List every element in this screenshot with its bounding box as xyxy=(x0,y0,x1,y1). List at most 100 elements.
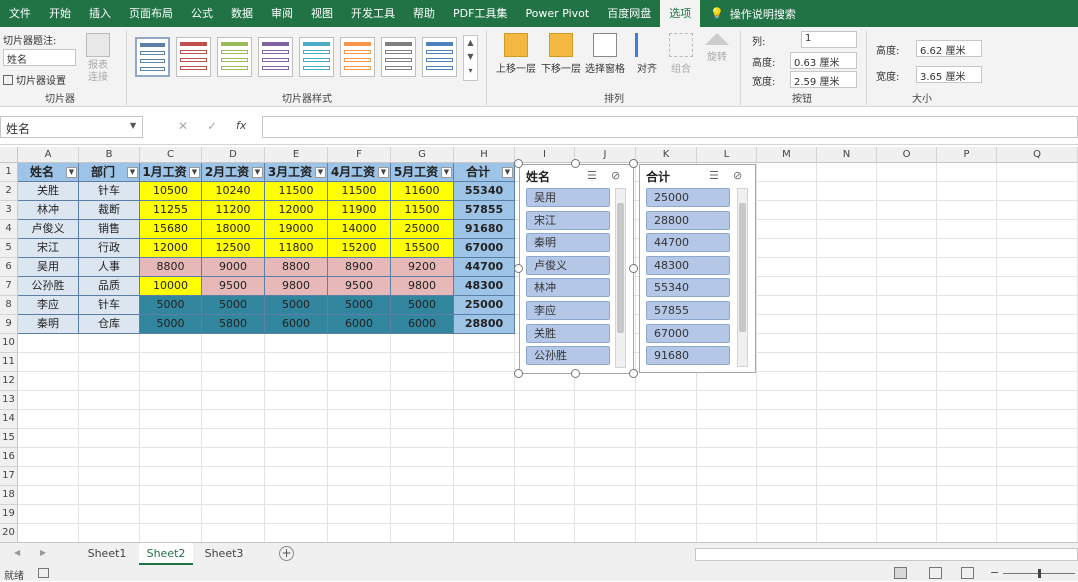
scroll-right-icon[interactable]: ▶ xyxy=(40,548,46,557)
table-cell[interactable]: 秦明 xyxy=(18,315,79,334)
row-header[interactable]: 5 xyxy=(0,239,18,258)
table-cell[interactable]: 15200 xyxy=(328,239,391,258)
page-layout-icon[interactable] xyxy=(929,567,942,579)
row-header[interactable]: 13 xyxy=(0,391,18,410)
ribbon-tab[interactable]: Power Pivot xyxy=(516,0,598,27)
filter-dropdown-icon[interactable]: ▼ xyxy=(66,167,77,178)
table-cell[interactable]: 行政 xyxy=(79,239,140,258)
ribbon-tab[interactable]: 公式 xyxy=(182,0,222,27)
table-cell[interactable]: 5800 xyxy=(202,315,265,334)
column-header[interactable]: G xyxy=(391,147,454,163)
slicer-item[interactable]: 55340 xyxy=(646,278,730,298)
column-header[interactable]: D xyxy=(202,147,265,163)
row-header[interactable]: 15 xyxy=(0,429,18,448)
row-header[interactable]: 9 xyxy=(0,315,18,334)
table-cell[interactable]: 林冲 xyxy=(18,201,79,220)
slicer-scrollbar[interactable] xyxy=(615,188,626,368)
table-cell[interactable]: 8900 xyxy=(328,258,391,277)
table-cell[interactable]: 仓库 xyxy=(79,315,140,334)
filter-dropdown-icon[interactable]: ▼ xyxy=(378,167,389,178)
table-cell[interactable]: 10240 xyxy=(202,182,265,201)
column-header[interactable]: O xyxy=(877,147,937,163)
table-cell[interactable]: 5000 xyxy=(328,296,391,315)
column-header[interactable]: J xyxy=(575,147,636,163)
resize-handle[interactable] xyxy=(629,264,638,273)
column-header[interactable]: I xyxy=(515,147,575,163)
row-header[interactable]: 6 xyxy=(0,258,18,277)
rotate-button[interactable]: 旋转 xyxy=(705,33,729,63)
send-backward-button[interactable]: 下移一层 xyxy=(541,33,581,75)
zoom-slider-thumb[interactable] xyxy=(1038,569,1041,578)
table-cell[interactable]: 55340 xyxy=(454,182,515,201)
ribbon-tab[interactable]: 文件 xyxy=(0,0,40,27)
table-cell[interactable]: 公孙胜 xyxy=(18,277,79,296)
filter-dropdown-icon[interactable]: ▼ xyxy=(441,167,452,178)
table-cell[interactable]: 12500 xyxy=(202,239,265,258)
sheet-tab[interactable]: Sheet3 xyxy=(197,543,251,565)
row-header[interactable]: 1 xyxy=(0,163,18,182)
filter-dropdown-icon[interactable]: ▼ xyxy=(127,167,138,178)
table-cell[interactable]: 6000 xyxy=(265,315,328,334)
function-icon[interactable]: fx xyxy=(236,119,246,132)
table-cell[interactable]: 5000 xyxy=(202,296,265,315)
slicer-scrollbar[interactable] xyxy=(737,188,748,367)
row-header[interactable]: 17 xyxy=(0,467,18,486)
table-cell[interactable]: 6000 xyxy=(391,315,454,334)
clear-filter-icon[interactable]: ⊘ xyxy=(733,169,742,182)
column-header[interactable]: H xyxy=(454,147,515,163)
tell-me-search[interactable]: 💡 操作说明搜索 xyxy=(700,6,796,22)
table-cell[interactable]: 18000 xyxy=(202,220,265,239)
slicer-style-thumbnail[interactable] xyxy=(135,37,170,77)
resize-handle[interactable] xyxy=(514,264,523,273)
table-cell[interactable]: 宋江 xyxy=(18,239,79,258)
row-header[interactable]: 7 xyxy=(0,277,18,296)
ribbon-tab[interactable]: 插入 xyxy=(80,0,120,27)
selection-pane-button[interactable]: 选择窗格 xyxy=(585,33,625,75)
table-cell[interactable]: 5000 xyxy=(140,315,202,334)
column-header[interactable]: M xyxy=(757,147,817,163)
button-width-input[interactable]: 2.59 厘米 xyxy=(790,71,857,88)
slicer-item[interactable]: 28800 xyxy=(646,210,730,230)
table-cell[interactable]: 19000 xyxy=(265,220,328,239)
sheet-tab[interactable]: Sheet1 xyxy=(80,543,134,565)
row-header[interactable]: 16 xyxy=(0,448,18,467)
table-cell[interactable]: 9800 xyxy=(265,277,328,296)
slicer-style-thumbnail[interactable] xyxy=(258,37,293,77)
macro-record-icon[interactable] xyxy=(38,568,49,578)
enter-icon[interactable]: ✓ xyxy=(207,119,217,133)
table-cell[interactable]: 销售 xyxy=(79,220,140,239)
row-header[interactable]: 11 xyxy=(0,353,18,372)
formula-input[interactable] xyxy=(262,116,1078,138)
slicer-style-thumbnail[interactable] xyxy=(217,37,252,77)
resize-handle[interactable] xyxy=(571,159,580,168)
table-cell[interactable]: 5000 xyxy=(265,296,328,315)
ribbon-tab[interactable]: 百度网盘 xyxy=(598,0,660,27)
name-box[interactable]: 姓名 xyxy=(0,116,143,138)
slicer-item[interactable]: 秦明 xyxy=(526,233,610,253)
table-cell[interactable]: 针车 xyxy=(79,296,140,315)
slicer-item[interactable]: 林冲 xyxy=(526,278,610,298)
table-cell[interactable]: 吴用 xyxy=(18,258,79,277)
row-header[interactable]: 10 xyxy=(0,334,18,353)
zoom-out-icon[interactable]: − xyxy=(990,566,999,579)
table-cell[interactable]: 品质 xyxy=(79,277,140,296)
table-cell[interactable]: 15500 xyxy=(391,239,454,258)
table-cell[interactable]: 11200 xyxy=(202,201,265,220)
column-header[interactable]: F xyxy=(328,147,391,163)
table-cell[interactable]: 15680 xyxy=(140,220,202,239)
scroll-left-icon[interactable]: ◀ xyxy=(14,548,20,557)
slicer-style-thumbnail[interactable] xyxy=(176,37,211,77)
table-cell[interactable]: 10000 xyxy=(140,277,202,296)
table-cell[interactable]: 12000 xyxy=(140,239,202,258)
resize-handle[interactable] xyxy=(514,369,523,378)
group-button[interactable]: 组合 xyxy=(669,33,693,75)
slicer-item[interactable]: 公孙胜 xyxy=(526,346,610,366)
select-all-corner[interactable] xyxy=(0,147,18,163)
row-header[interactable]: 19 xyxy=(0,505,18,524)
column-header[interactable]: A xyxy=(18,147,79,163)
column-header[interactable]: N xyxy=(817,147,877,163)
add-sheet-icon[interactable]: + xyxy=(279,546,294,561)
resize-handle[interactable] xyxy=(629,159,638,168)
table-cell[interactable]: 9800 xyxy=(391,277,454,296)
table-cell[interactable]: 5000 xyxy=(391,296,454,315)
